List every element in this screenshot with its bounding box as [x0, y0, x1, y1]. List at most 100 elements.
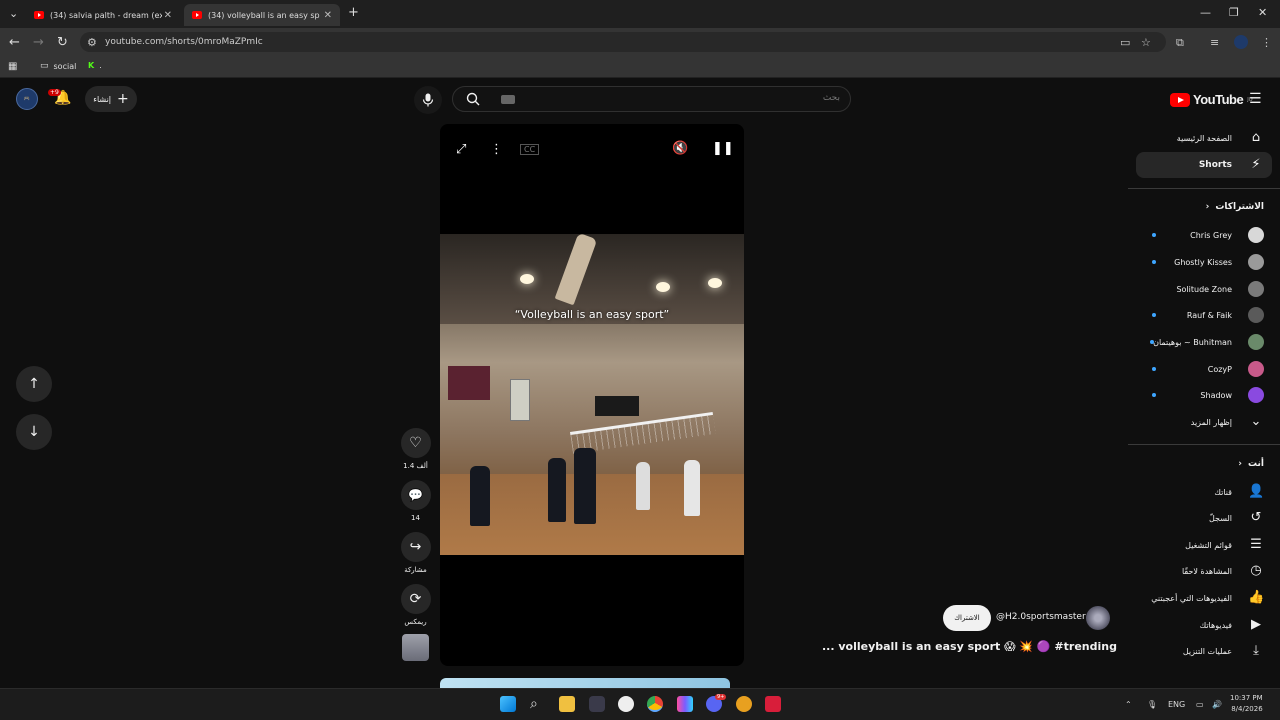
tray-overflow-icon[interactable]: ⌃	[1125, 700, 1132, 709]
sidebar-sub-chris-grey[interactable]: Chris Grey	[1132, 222, 1280, 248]
share-button[interactable]: ↪ مشاركة	[400, 532, 431, 574]
sidebar-sub-buhitman[interactable]: بوهيتمان ~ Buhitman	[1132, 329, 1280, 355]
chrome-icon[interactable]	[647, 696, 663, 712]
sidebar-sub-cozyp[interactable]: CozyP	[1132, 356, 1280, 382]
channel-avatar[interactable]	[1086, 606, 1110, 630]
sidebar-show-more[interactable]: إظهار المزيد ⌄	[1132, 409, 1280, 435]
youtube-favicon-icon	[192, 11, 202, 19]
sidebar-item-watch-later[interactable]: المشاهدة لاحقًا ◷	[1132, 558, 1280, 584]
system-clock[interactable]: 10:37 PM 8/4/2026	[1230, 693, 1263, 715]
sidebar-sub-rauf-faik[interactable]: Rauf & Faik	[1132, 302, 1280, 328]
sidebar-item-history[interactable]: السجلّ ↺	[1132, 505, 1280, 531]
voice-search-button[interactable]	[414, 86, 442, 114]
new-tab-button[interactable]: +	[348, 5, 359, 20]
sidebar-item-your-videos[interactable]: فيديوهاتك ▶	[1132, 612, 1280, 638]
keyboard-icon[interactable]	[501, 95, 515, 104]
championship-banner	[448, 366, 490, 400]
close-tab-icon[interactable]: ✕	[164, 10, 172, 21]
sound-thumbnail[interactable]	[402, 634, 429, 661]
forward-icon[interactable]: →	[33, 35, 44, 50]
app-icon[interactable]	[765, 696, 781, 712]
sidebar-item-home[interactable]: الصفحة الرئيسية ⌂	[1132, 125, 1280, 151]
microphone-icon	[422, 93, 434, 107]
sidebar-item-your-channel[interactable]: قناتك 👤	[1132, 479, 1280, 505]
video-frame	[440, 232, 744, 652]
url-text[interactable]: youtube.com/shorts/0mroMaZPmIc	[105, 37, 263, 47]
person-box-icon: 👤	[1248, 484, 1265, 499]
sidebar-sub-solitude-zone[interactable]: Solitude Zone	[1132, 276, 1280, 302]
minimize-icon[interactable]: —	[1200, 6, 1211, 19]
cast-icon[interactable]: ▭	[1120, 36, 1130, 49]
close-window-icon[interactable]: ✕	[1258, 6, 1267, 19]
discord-badge: 9+	[715, 694, 727, 700]
next-short-button[interactable]: ↓	[16, 414, 52, 450]
previous-short-button[interactable]: ↑	[16, 366, 52, 402]
app-icon[interactable]	[736, 696, 752, 712]
short-title[interactable]: ... volleyball is an easy sport 😱 💥 🟣 #t…	[822, 640, 1117, 653]
sidebar-sub-shadow[interactable]: Shadow	[1132, 382, 1280, 408]
tab-salvia[interactable]: (34) salvia palth - dream (exten ✕	[26, 4, 180, 26]
app-icon[interactable]	[677, 696, 693, 712]
chrome-menu-icon[interactable]: ⋮	[1261, 36, 1272, 49]
taskbar-search-icon[interactable]: ⌕	[530, 696, 546, 712]
more-options-icon[interactable]: ⋮	[490, 142, 503, 157]
thumb-up-icon: 👍	[1248, 590, 1265, 605]
app-icon[interactable]	[618, 696, 634, 712]
next-short-preview[interactable]	[440, 678, 730, 688]
like-button[interactable]: ♡ 1.4 ألف	[400, 428, 431, 470]
extensions-icon[interactable]: ⧉	[1176, 36, 1184, 50]
tab-search-chevron-icon[interactable]: ⌄	[9, 7, 18, 20]
search-button[interactable]	[452, 86, 494, 112]
apps-grid-icon[interactable]: ▦	[8, 61, 17, 72]
omnibox[interactable]: youtube.com/shorts/0mroMaZPmIc	[80, 32, 1166, 52]
microphone-tray-icon[interactable]: 🎙	[1147, 700, 1157, 709]
volume-icon[interactable]: 🔊	[1212, 700, 1222, 709]
channel-avatar	[1248, 254, 1264, 270]
video-icon: ▶	[1251, 617, 1261, 632]
subscriptions-heading[interactable]: › الاشتراكات	[1206, 202, 1264, 212]
pause-icon[interactable]: ❚❚	[712, 141, 734, 156]
history-icon: ↺	[1250, 510, 1262, 525]
remix-icon: ⟳	[409, 591, 422, 607]
start-windows-icon[interactable]	[500, 696, 516, 712]
bookmark-dot[interactable]: K.	[88, 61, 102, 70]
you-heading[interactable]: › أنت	[1238, 459, 1264, 469]
remix-button[interactable]: ⟳ ريمكس	[400, 584, 431, 626]
search-input[interactable]: بحث	[452, 86, 851, 112]
site-info-icon[interactable]: ⚙	[87, 36, 97, 49]
reload-icon[interactable]: ↻	[57, 35, 68, 50]
restore-icon[interactable]: ❐	[1229, 6, 1239, 19]
bookmarks-bar	[0, 56, 1280, 78]
muted-volume-icon[interactable]: 🔇	[672, 141, 688, 156]
create-button[interactable]: إنشاء +	[85, 86, 137, 112]
account-avatar[interactable]: 🎮	[16, 88, 38, 110]
sidebar-sub-ghostly-kisses[interactable]: Ghostly Kisses	[1132, 249, 1280, 275]
language-indicator[interactable]: ENG	[1168, 700, 1185, 709]
comments-button[interactable]: 💬 14	[400, 480, 431, 522]
sidebar-item-shorts[interactable]: Shorts ⚡	[1136, 152, 1272, 178]
like-count: 1.4 ألف	[403, 462, 428, 470]
channel-avatar	[1248, 361, 1264, 377]
heart-icon: ♡	[409, 435, 422, 451]
bookmark-star-icon[interactable]: ☆	[1141, 36, 1151, 49]
channel-avatar	[1248, 227, 1264, 243]
captions-icon[interactable]: CC	[520, 144, 540, 155]
file-explorer-icon[interactable]	[559, 696, 575, 712]
sidebar-item-downloads[interactable]: عمليات التنزيل ⤓	[1132, 638, 1280, 664]
back-icon[interactable]: ←	[9, 35, 20, 50]
close-tab-icon[interactable]: ✕	[324, 10, 332, 21]
app-icon[interactable]	[589, 696, 605, 712]
tab-volleyball[interactable]: (34) volleyball is an easy sport 🏐 ✕	[184, 4, 340, 26]
fullscreen-icon[interactable]: ⤢	[456, 142, 466, 157]
channel-handle[interactable]: @H2.0sportsmaster	[996, 612, 1086, 622]
channel-avatar	[1248, 281, 1264, 297]
shorts-player[interactable]: ⤢ ⋮ CC 🔇 ❚❚ “Volleyball is an easy sport…	[440, 124, 744, 666]
sidebar-item-playlists[interactable]: قوائم التشغيل ☰	[1132, 532, 1280, 558]
playlist-icon: ☰	[1250, 537, 1262, 552]
media-controls-icon[interactable]: ≡	[1210, 36, 1219, 49]
bookmark-social[interactable]: ▭ social	[40, 61, 76, 71]
profile-avatar-icon[interactable]	[1234, 35, 1248, 49]
network-icon[interactable]: ▭	[1196, 700, 1204, 709]
subscribe-button[interactable]: الاشتراك	[943, 605, 991, 631]
sidebar-item-liked-videos[interactable]: الفيديوهات التي أعجبتني 👍	[1132, 585, 1280, 611]
